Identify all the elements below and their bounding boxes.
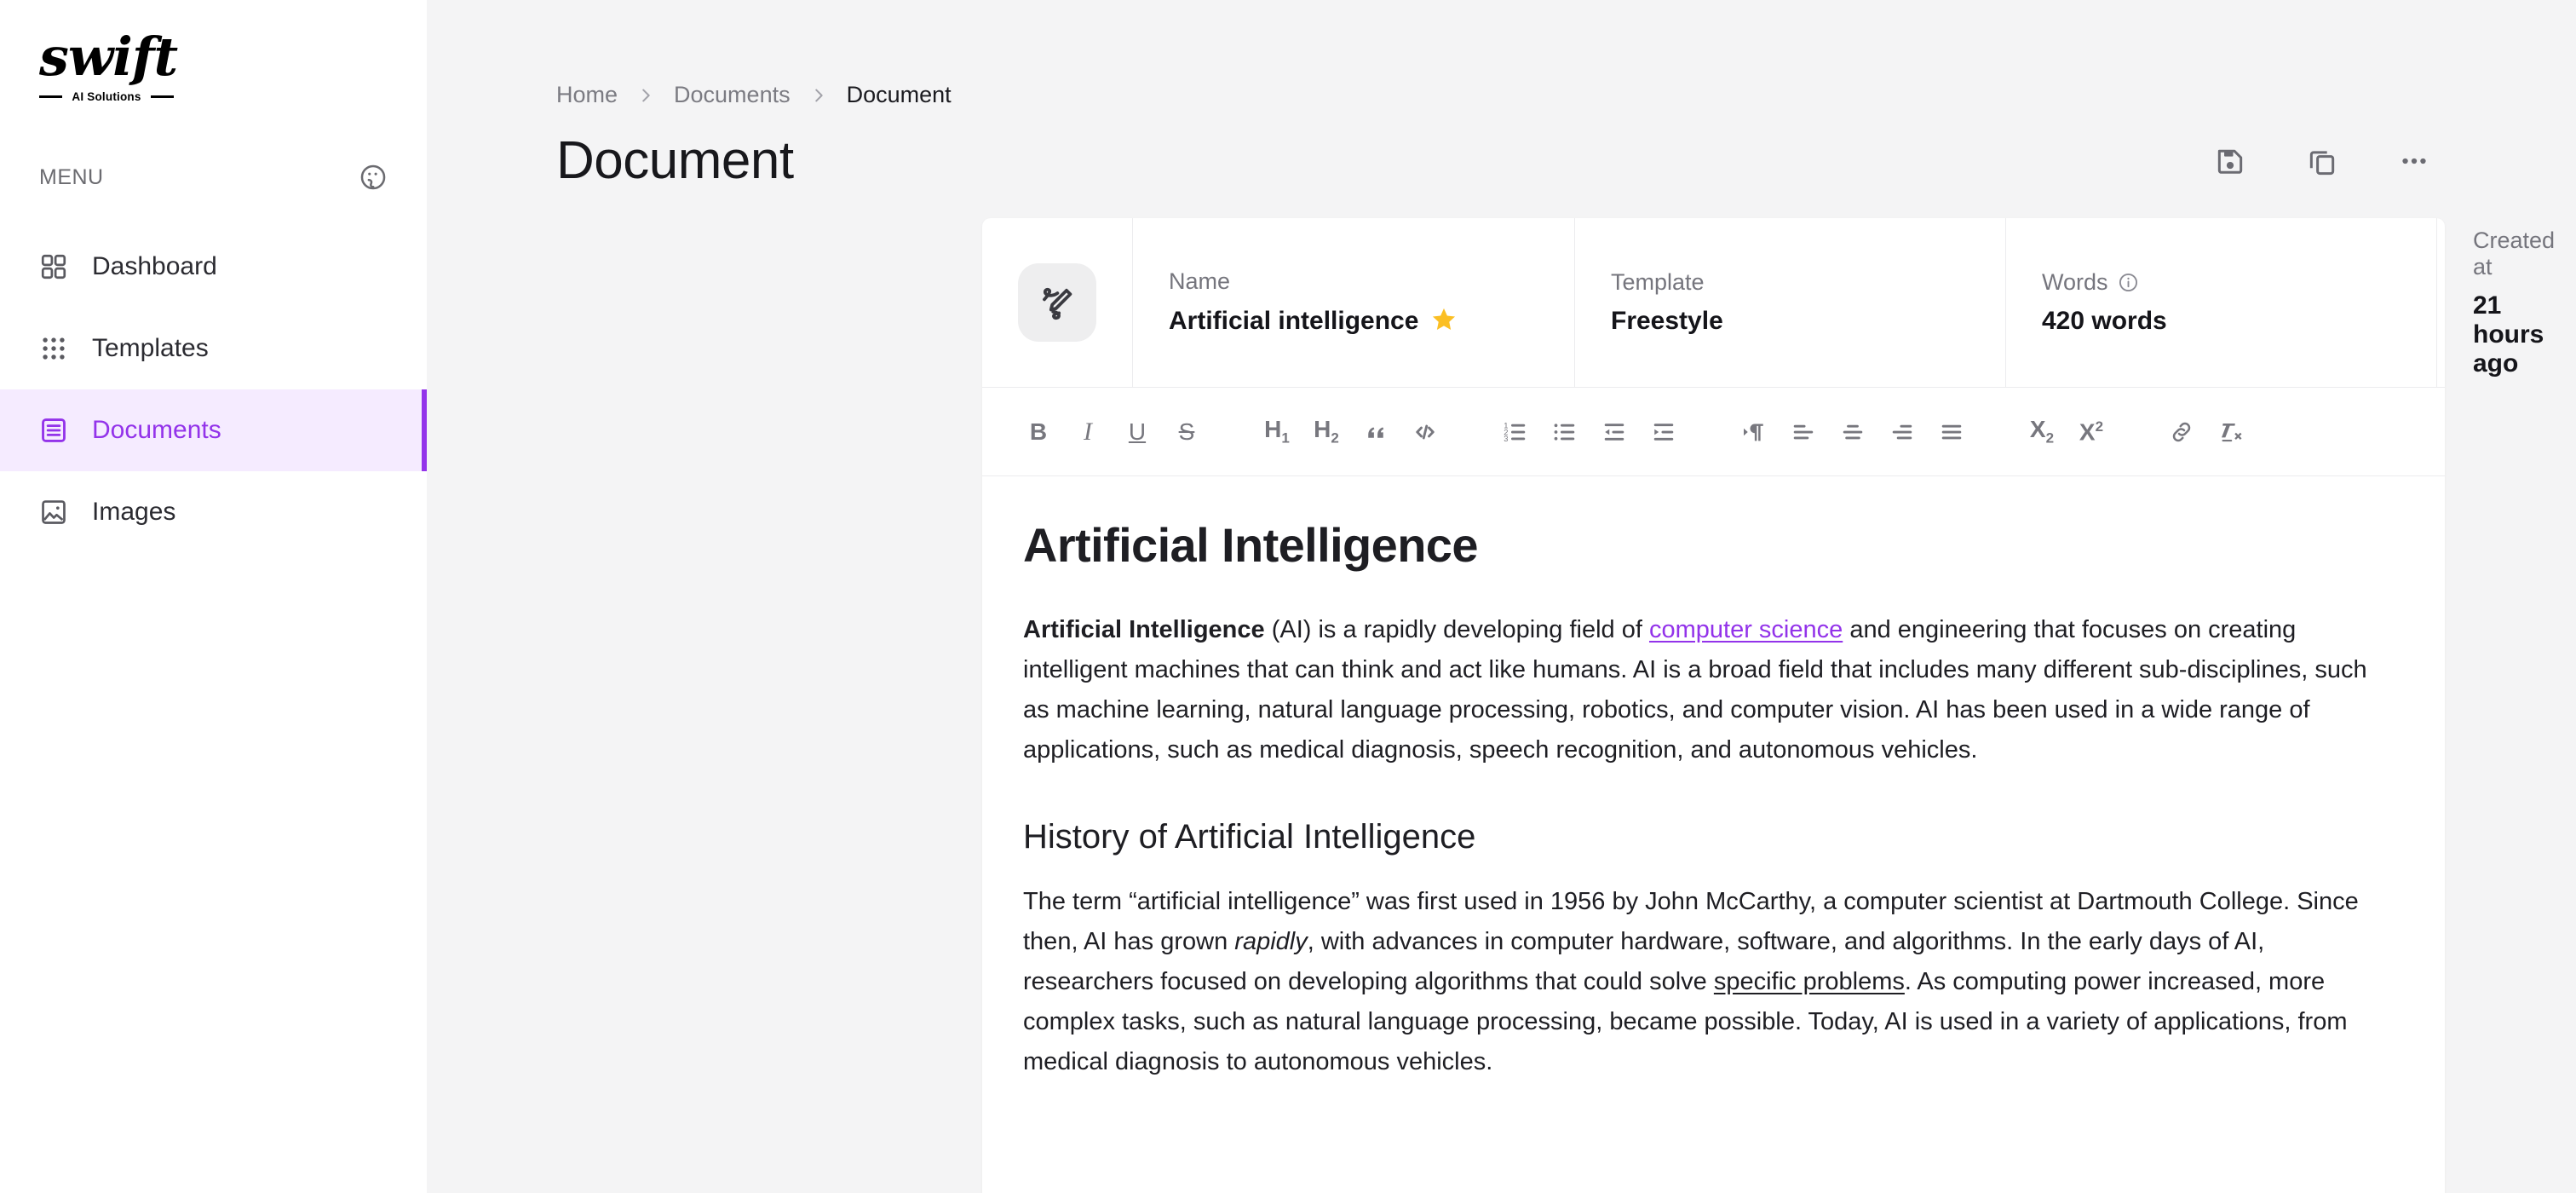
meta-words-label-wrap: Words: [2042, 269, 2436, 296]
indent-button[interactable]: [1640, 408, 1688, 456]
meta-name-cell: Name Artificial intelligence: [1133, 218, 1575, 387]
svg-text:3: 3: [1504, 435, 1508, 443]
tagline-rule-left: [39, 95, 63, 98]
grid-2x2-icon: [39, 252, 68, 281]
brand-logo[interactable]: swift AI Solutions: [0, 0, 427, 103]
toolbar-group-align: [1730, 408, 1977, 456]
document-editor[interactable]: Artificial Intelligence Artificial Intel…: [982, 476, 2445, 1082]
page-title: Document: [556, 131, 794, 190]
meta-words-cell: Words 420 words: [2006, 218, 2437, 387]
text-direction-button[interactable]: [1730, 408, 1778, 456]
formatting-toolbar: B I U S H1 H2 1 2 3 X2 X2: [982, 388, 2445, 476]
meta-name-value-wrap: Artificial intelligence: [1169, 306, 1574, 337]
favorite-star-icon[interactable]: [1430, 306, 1458, 337]
toolbar-group-inline: B I U S: [1015, 408, 1212, 456]
toolbar-group-block: H1 H2: [1253, 408, 1451, 456]
document-card: Name Artificial intelligence Template Fr…: [982, 218, 2555, 1193]
palette-icon[interactable]: [359, 163, 388, 192]
chevron-right-icon: [809, 86, 828, 105]
ordered-list-button[interactable]: 1 2 3: [1492, 408, 1539, 456]
superscript-button[interactable]: X2: [2067, 408, 2115, 456]
subscript-button[interactable]: X2: [2018, 408, 2066, 456]
breadcrumb-item-current: Document: [846, 82, 952, 107]
meta-name-label: Name: [1169, 268, 1231, 294]
meta-created-value: 21 hours ago: [2473, 291, 2544, 377]
document-list-icon: [39, 416, 68, 445]
underline-button[interactable]: U: [1113, 408, 1161, 456]
document-heading-2: History of Artificial Intelligence: [1023, 818, 1476, 856]
sidebar-item-dashboard[interactable]: Dashboard: [0, 226, 427, 308]
sidebar-item-images[interactable]: Images: [0, 471, 427, 553]
sidebar-item-label: Documents: [92, 416, 221, 444]
meta-template-label: Template: [1611, 269, 1705, 295]
outdent-button[interactable]: [1590, 408, 1638, 456]
paragraph2-underline: specific problems: [1713, 968, 1905, 995]
sidebar-item-templates[interactable]: Templates: [0, 308, 427, 389]
document-icon-cell: [982, 218, 1133, 387]
ellipsis-icon[interactable]: [2397, 144, 2431, 178]
meta-created-label: Created at: [2473, 227, 2556, 280]
page-header: Document: [427, 108, 2576, 191]
grid-3x3-dots-icon: [39, 334, 68, 363]
paragraph-text-before-link: (AI) is a rapidly developing field of: [1264, 616, 1649, 643]
meta-name-value: Artificial intelligence: [1169, 307, 1419, 335]
pen-signature-icon: [1018, 263, 1096, 342]
bullet-list-button[interactable]: [1541, 408, 1589, 456]
heading-2-button[interactable]: H2: [1302, 408, 1350, 456]
main-content: Home Documents Document Document Name Ar…: [427, 0, 2576, 1193]
sidebar-nav: Dashboard Templates Documents Images: [0, 226, 427, 553]
breadcrumb-item-home[interactable]: Home: [556, 82, 618, 108]
paragraph-lead: Artificial Intelligence: [1023, 616, 1265, 643]
sidebar-item-label: Templates: [92, 334, 209, 362]
document-heading-1: Artificial Intelligence: [1023, 518, 1479, 572]
meta-words-label: Words: [2042, 269, 2108, 295]
breadcrumb: Home Documents Document: [427, 0, 2576, 108]
floppy-disk-icon[interactable]: [2213, 144, 2247, 178]
menu-label: MENU: [39, 164, 104, 189]
copy-icon[interactable]: [2305, 144, 2339, 178]
chevron-right-icon: [636, 86, 655, 105]
paragraph2-italic: rapidly: [1234, 928, 1308, 955]
code-block-button[interactable]: [1401, 408, 1449, 456]
bold-button[interactable]: B: [1015, 408, 1062, 456]
link-icon[interactable]: [2158, 408, 2205, 456]
meta-template-value: Freestyle: [1611, 307, 1723, 335]
align-right-button[interactable]: [1878, 408, 1926, 456]
computer-science-link[interactable]: computer science: [1649, 616, 1843, 643]
heading-1-button[interactable]: H1: [1253, 408, 1301, 456]
tagline-text: AI Solutions: [72, 90, 141, 103]
sidebar-item-documents[interactable]: Documents: [0, 389, 427, 471]
meta-created-cell: Created at 21 hours ago: [2437, 218, 2555, 387]
align-center-button[interactable]: [1829, 408, 1877, 456]
toolbar-group-extra: [2158, 408, 2257, 456]
sidebar: swift AI Solutions MENU Dashboard Templa…: [0, 0, 427, 1193]
meta-words-value: 420 words: [2042, 307, 2167, 335]
strikethrough-button[interactable]: S: [1163, 408, 1210, 456]
clear-format-icon[interactable]: [2207, 408, 2255, 456]
breadcrumb-item-documents[interactable]: Documents: [674, 82, 791, 108]
brand-wordmark: swift: [39, 26, 178, 88]
toolbar-group-script: X2 X2: [2018, 408, 2117, 456]
page-actions: [2213, 144, 2431, 178]
menu-header: MENU: [0, 163, 427, 192]
meta-template-cell: Template Freestyle: [1575, 218, 2006, 387]
sidebar-item-label: Dashboard: [92, 252, 217, 280]
app-root: swift AI Solutions MENU Dashboard Templa…: [0, 0, 2576, 1193]
brand-tagline: AI Solutions: [39, 90, 174, 103]
info-circle-icon[interactable]: [2118, 272, 2139, 293]
document-meta-row: Name Artificial intelligence Template Fr…: [982, 218, 2555, 388]
sidebar-item-label: Images: [92, 498, 176, 526]
toolbar-group-lists: 1 2 3: [1492, 408, 1689, 456]
document-paragraph-2: The term “artificial intelligence” was f…: [1023, 882, 2395, 1082]
align-justify-button[interactable]: [1928, 408, 1975, 456]
document-paragraph-1: Artificial Intelligence (AI) is a rapidl…: [1023, 610, 2395, 770]
tagline-rule-right: [150, 95, 174, 98]
align-left-button[interactable]: [1780, 408, 1827, 456]
italic-button[interactable]: I: [1064, 408, 1112, 456]
blockquote-button[interactable]: [1352, 408, 1400, 456]
image-icon: [39, 498, 68, 527]
